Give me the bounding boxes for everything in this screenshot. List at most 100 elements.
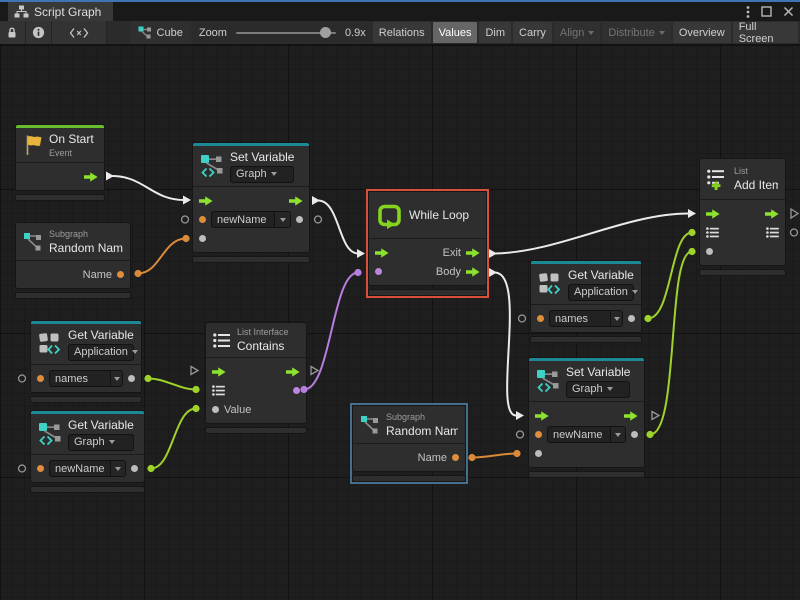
subgraph-icon	[360, 415, 380, 435]
application-variable-icon	[38, 332, 62, 356]
align-dropdown[interactable]: Align	[554, 22, 600, 43]
flow-output-port[interactable]	[624, 411, 638, 421]
graph-toolbar: Cube Zoom 0.9x Relations Values Dim Carr…	[0, 21, 800, 45]
overview-button[interactable]: Overview	[673, 22, 731, 43]
flow-input-port[interactable]	[375, 248, 389, 258]
code-view-icon	[69, 27, 89, 39]
value-output-port[interactable]	[128, 375, 135, 382]
flow-output-port[interactable]	[289, 196, 303, 206]
node-footer	[192, 256, 310, 263]
toggle-carry[interactable]: Carry	[513, 22, 552, 43]
variable-scope-dropdown[interactable]: Graph	[566, 381, 630, 398]
value-input-port[interactable]	[537, 315, 544, 322]
flow-output-port[interactable]	[286, 367, 300, 377]
chevron-down-icon	[607, 387, 613, 391]
flow-input-port[interactable]	[199, 196, 213, 206]
result-output-port[interactable]	[293, 387, 300, 394]
node-title: Set Variable	[566, 365, 630, 379]
variable-scope-dropdown[interactable]: Graph	[230, 166, 294, 183]
node-kind: List Interface	[237, 327, 289, 337]
chevron-down-icon	[132, 350, 138, 354]
node-while-loop[interactable]: While Loop Exit Body	[368, 191, 487, 296]
toggle-dim[interactable]: Dim	[479, 22, 511, 43]
value-output-port[interactable]	[628, 315, 635, 322]
flow-input-port[interactable]	[535, 411, 549, 421]
graph-context-button[interactable]: Cube	[130, 21, 191, 44]
node-on-start[interactable]: On Start Event	[15, 124, 105, 201]
variable-name-dropdown[interactable]: newName	[211, 211, 291, 228]
value-output-port[interactable]	[117, 271, 124, 278]
node-set-variable-right[interactable]: Set Variable Graph newName	[528, 357, 645, 478]
kebab-menu-icon[interactable]	[746, 5, 750, 19]
node-list-add-item[interactable]: List Add Item	[699, 158, 786, 276]
variable-name-dropdown[interactable]: names	[49, 370, 123, 387]
flow-input-port[interactable]	[706, 209, 720, 219]
value-output-port[interactable]	[131, 465, 138, 472]
toggle-values[interactable]: Values	[433, 22, 478, 43]
list-input-port[interactable]	[706, 227, 719, 238]
chevron-down-icon	[588, 31, 594, 35]
flow-output-port[interactable]	[84, 172, 98, 182]
variable-scope-dropdown[interactable]: Application	[68, 344, 134, 361]
info-button[interactable]	[26, 21, 52, 44]
node-footer	[530, 336, 642, 343]
flow-input-port[interactable]	[212, 367, 226, 377]
port-label-body: Body	[436, 266, 461, 278]
chevron-down-icon	[614, 317, 620, 321]
node-kind: List	[734, 166, 778, 176]
condition-input-port[interactable]	[375, 268, 382, 275]
toolbar-spacer	[107, 21, 130, 44]
flow-output-port[interactable]	[765, 209, 779, 219]
variable-name-dropdown[interactable]: newName	[547, 426, 626, 443]
list-output-port[interactable]	[766, 227, 779, 238]
node-title: On Start	[49, 132, 94, 146]
graph-tab-icon	[14, 5, 29, 18]
zoom-slider[interactable]	[236, 32, 336, 34]
lock-button[interactable]	[0, 21, 26, 44]
close-icon[interactable]	[783, 6, 794, 17]
node-title: Contains	[237, 339, 289, 353]
chevron-down-icon	[271, 172, 277, 176]
variable-scope-dropdown[interactable]: Application	[568, 284, 634, 301]
node-get-variable-graph-left[interactable]: Get Variable Graph newName	[30, 410, 145, 493]
tab-bar: Script Graph	[0, 2, 800, 21]
code-view-button[interactable]	[52, 21, 107, 44]
node-set-variable-top[interactable]: Set Variable Graph newName	[192, 142, 310, 263]
variable-name-dropdown[interactable]: names	[549, 310, 623, 327]
node-subgraph-left[interactable]: Subgraph Random Name Name	[15, 222, 131, 299]
value-input-port[interactable]	[199, 216, 206, 223]
value-input-port[interactable]	[212, 406, 219, 413]
node-footer	[352, 475, 466, 482]
chevron-down-icon	[109, 440, 115, 444]
lock-icon	[6, 26, 18, 39]
value-input-port[interactable]	[199, 235, 206, 242]
zoom-control: Zoom 0.9x	[199, 27, 366, 39]
info-icon	[32, 26, 45, 39]
value-input-port[interactable]	[535, 431, 542, 438]
distribute-dropdown[interactable]: Distribute	[602, 22, 670, 43]
variable-name-dropdown[interactable]: newName	[49, 460, 126, 477]
variable-scope-dropdown[interactable]: Graph	[68, 434, 134, 451]
value-output-port[interactable]	[631, 431, 638, 438]
maximize-icon[interactable]	[761, 6, 772, 17]
flow-output-port[interactable]	[466, 267, 480, 277]
value-input-port[interactable]	[37, 465, 44, 472]
value-input-port[interactable]	[37, 375, 44, 382]
list-icon	[213, 333, 231, 348]
value-output-port[interactable]	[452, 454, 459, 461]
fullscreen-button[interactable]: Full Screen	[733, 22, 798, 43]
list-input-port[interactable]	[212, 385, 225, 396]
graph-context-label: Cube	[157, 27, 183, 39]
tab-script-graph[interactable]: Script Graph	[8, 2, 113, 21]
toggle-relations[interactable]: Relations	[373, 22, 431, 43]
zoom-slider-handle[interactable]	[320, 27, 331, 38]
item-input-port[interactable]	[706, 248, 713, 255]
value-input-port[interactable]	[535, 450, 542, 457]
value-output-port[interactable]	[296, 216, 303, 223]
node-subgraph-bottom[interactable]: Subgraph Random Name Name	[352, 405, 466, 482]
node-get-variable-app-left[interactable]: Get Variable Application names	[30, 320, 142, 403]
node-get-variable-app-right[interactable]: Get Variable Application names	[530, 260, 642, 343]
flow-output-port[interactable]	[466, 248, 480, 258]
node-list-contains[interactable]: List Interface Contains Value	[205, 322, 307, 434]
graph-variable-icon	[200, 154, 224, 178]
